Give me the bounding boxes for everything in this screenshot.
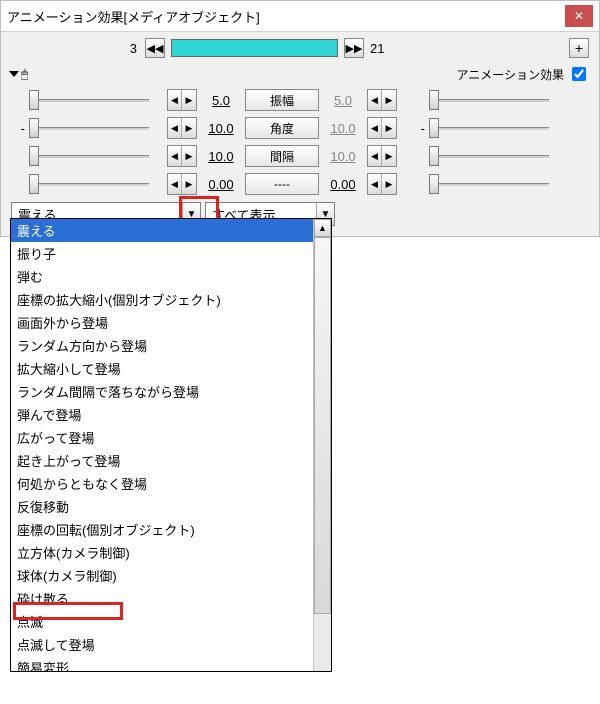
- dropdown-item[interactable]: ランダム間隔で落ちながら登場: [11, 380, 313, 403]
- slider-right[interactable]: [429, 88, 549, 112]
- param-name-button[interactable]: 間隔: [245, 145, 319, 167]
- dropdown-item[interactable]: 何処からともなく登場: [11, 472, 313, 495]
- dropdown-item[interactable]: 震える: [11, 219, 313, 242]
- dropdown-item[interactable]: 拡大縮小して登場: [11, 357, 313, 380]
- dropdown-item[interactable]: ランダム方向から登場: [11, 334, 313, 357]
- param-name-button[interactable]: 角度: [245, 117, 319, 139]
- scroll-track[interactable]: [314, 237, 331, 672]
- spin-up-icon[interactable]: ▶: [382, 146, 396, 166]
- dropdown-item[interactable]: 起き上がって登場: [11, 449, 313, 472]
- dropdown-item[interactable]: 座標の拡大縮小(個別オブジェクト): [11, 288, 313, 311]
- value-right[interactable]: 10.0: [323, 121, 363, 136]
- param-row: -◀▶10.0角度10.0◀▶-: [11, 116, 589, 140]
- value-right[interactable]: 10.0: [323, 149, 363, 164]
- dropdown-item[interactable]: 立方体(カメラ制御): [11, 541, 313, 564]
- spin-up-icon[interactable]: ▶: [382, 174, 396, 194]
- step-forward-button[interactable]: ▶▶: [344, 38, 364, 58]
- plus-icon: +: [575, 40, 583, 56]
- dropdown-item[interactable]: 広がって登場: [11, 426, 313, 449]
- spin-down-icon[interactable]: ◀: [368, 146, 382, 166]
- scroll-thumb[interactable]: [314, 237, 331, 614]
- param-prefix-right: -: [411, 121, 425, 136]
- spin-up-icon[interactable]: ▶: [182, 90, 196, 110]
- slider-left[interactable]: [29, 88, 149, 112]
- expand-icon[interactable]: [9, 71, 19, 77]
- anim-effect-checkbox[interactable]: [572, 67, 586, 81]
- window-title: アニメーション効果[メディアオブジェクト]: [7, 7, 260, 26]
- spin-down-icon[interactable]: ◀: [168, 174, 182, 194]
- dropdown-item[interactable]: 画面外から登場: [11, 311, 313, 334]
- value-right[interactable]: 0.00: [323, 177, 363, 192]
- spin-down-icon[interactable]: ◀: [168, 118, 182, 138]
- scrollbar[interactable]: ▲ ▼: [313, 219, 331, 672]
- spin-up-icon[interactable]: ▶: [382, 90, 396, 110]
- dropdown-item[interactable]: 弾んで登場: [11, 403, 313, 426]
- dropdown-item[interactable]: 座標の回転(個別オブジェクト): [11, 518, 313, 541]
- spin-right[interactable]: ◀▶: [367, 117, 397, 139]
- slider-left[interactable]: [29, 116, 149, 140]
- anim-effect-label: アニメーション効果: [456, 66, 564, 83]
- param-row: ◀▶10.0間隔10.0◀▶: [11, 144, 589, 168]
- slider-left[interactable]: [29, 144, 149, 168]
- spin-right[interactable]: ◀▶: [367, 89, 397, 111]
- value-left[interactable]: 10.0: [201, 121, 241, 136]
- value-left[interactable]: 10.0: [201, 149, 241, 164]
- dropdown-item[interactable]: 反復移動: [11, 495, 313, 518]
- value-left[interactable]: 5.0: [201, 93, 241, 108]
- spin-right[interactable]: ◀▶: [367, 173, 397, 195]
- slider-right[interactable]: [429, 116, 549, 140]
- spin-up-icon[interactable]: ▶: [182, 118, 196, 138]
- timeline-bar[interactable]: [171, 39, 338, 57]
- spin-right[interactable]: ◀▶: [367, 145, 397, 167]
- spin-up-icon[interactable]: ▶: [182, 174, 196, 194]
- step-back-button[interactable]: ◀◀: [145, 38, 165, 58]
- frame-start: 3: [117, 41, 139, 56]
- rewind-icon: ◀◀: [147, 42, 164, 55]
- param-row: ◀▶0.00----0.00◀▶: [11, 172, 589, 196]
- dropdown-item[interactable]: 点滅: [11, 610, 313, 633]
- dropdown-item[interactable]: 弾む: [11, 265, 313, 288]
- spin-left[interactable]: ◀▶: [167, 89, 197, 111]
- spin-left[interactable]: ◀▶: [167, 117, 197, 139]
- spin-down-icon[interactable]: ◀: [168, 90, 182, 110]
- param-name-button[interactable]: ----: [245, 173, 319, 195]
- param-prefix: -: [11, 121, 25, 136]
- spin-down-icon[interactable]: ◀: [368, 174, 382, 194]
- dropdown-item[interactable]: 点滅して登場: [11, 633, 313, 656]
- spin-up-icon[interactable]: ▶: [182, 146, 196, 166]
- spin-down-icon[interactable]: ◀: [168, 146, 182, 166]
- value-left[interactable]: 0.00: [201, 177, 241, 192]
- dropdown-item[interactable]: 球体(カメラ制御): [11, 564, 313, 587]
- forward-icon: ▶▶: [346, 42, 363, 55]
- dropdown-item[interactable]: 振り子: [11, 242, 313, 265]
- param-name-button[interactable]: 振幅: [245, 89, 319, 111]
- spin-left[interactable]: ◀▶: [167, 173, 197, 195]
- close-button[interactable]: ✕: [565, 5, 593, 27]
- spin-down-icon[interactable]: ◀: [368, 90, 382, 110]
- effect-dropdown-list[interactable]: 震える振り子弾む座標の拡大縮小(個別オブジェクト)画面外から登場ランダム方向から…: [10, 218, 332, 672]
- mouse-icon: 🖱: [21, 67, 28, 82]
- dropdown-item[interactable]: 砕け散る: [11, 587, 313, 610]
- spin-down-icon[interactable]: ◀: [368, 118, 382, 138]
- add-frame-button[interactable]: +: [569, 38, 589, 58]
- slider-right[interactable]: [429, 172, 549, 196]
- frame-end: 21: [370, 41, 392, 56]
- slider-left[interactable]: [29, 172, 149, 196]
- scroll-up-button[interactable]: ▲: [314, 219, 331, 237]
- slider-right[interactable]: [429, 144, 549, 168]
- param-row: ◀▶5.0振幅5.0◀▶: [11, 88, 589, 112]
- spin-left[interactable]: ◀▶: [167, 145, 197, 167]
- spin-up-icon[interactable]: ▶: [382, 118, 396, 138]
- close-icon: ✕: [574, 9, 584, 23]
- chevron-up-icon: ▲: [318, 223, 327, 233]
- value-right[interactable]: 5.0: [323, 93, 363, 108]
- dropdown-item[interactable]: 簡易変形: [11, 656, 313, 672]
